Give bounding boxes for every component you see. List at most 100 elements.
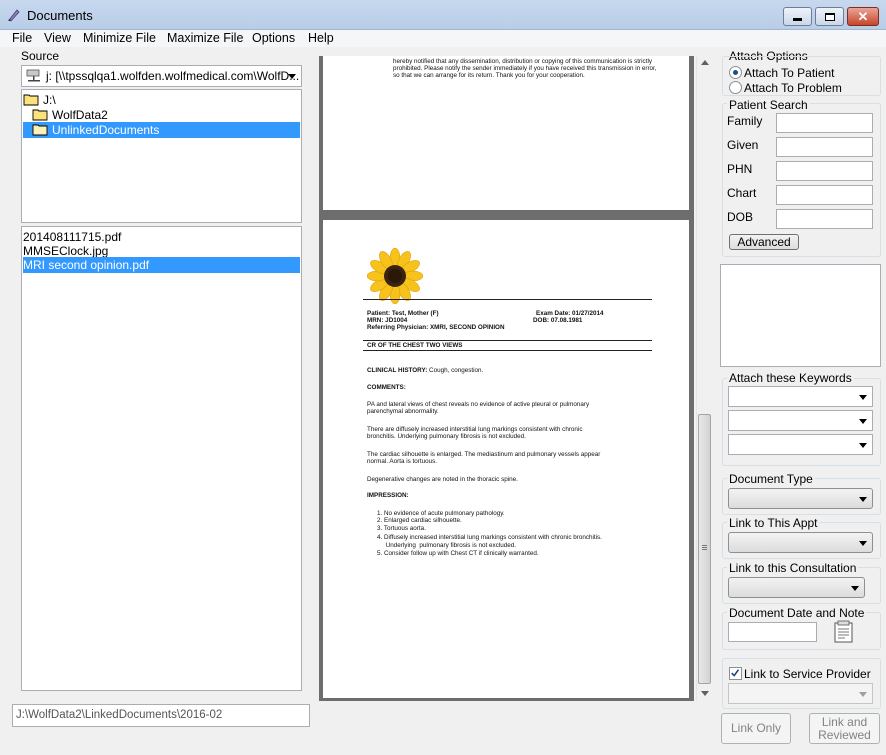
patient-results-box[interactable] — [720, 264, 881, 367]
note-icon[interactable] — [832, 620, 856, 644]
document-page-2: Patient: Test, Mother (F) Exam Date: 01/… — [323, 220, 689, 698]
service-provider-select[interactable] — [728, 683, 873, 704]
chevron-down-icon — [851, 586, 859, 591]
family-field[interactable] — [776, 113, 873, 133]
comments-label: COMMENTS: — [367, 384, 406, 391]
link-only-button[interactable]: Link Only — [721, 713, 791, 744]
report-text: Degenerative changes are noted in the th… — [367, 476, 518, 483]
scroll-down-icon[interactable] — [701, 691, 709, 696]
service-provider-checkbox[interactable] — [729, 667, 742, 680]
chevron-down-icon — [859, 692, 867, 697]
attach-to-patient-radio[interactable] — [729, 66, 742, 79]
source-label: Source — [21, 49, 60, 63]
tree-item-label: J:\ — [43, 93, 56, 107]
link-and-label: Link and — [821, 715, 868, 729]
link-and-reviewed-button[interactable]: Link and Reviewed — [809, 713, 880, 744]
family-label: Family — [727, 114, 763, 128]
keywords-label: Attach these Keywords — [727, 371, 854, 385]
advanced-button[interactable]: Advanced — [729, 234, 799, 250]
app-icon — [8, 9, 20, 22]
service-provider-label[interactable]: Link to Service Provider — [744, 667, 871, 681]
link-appt-select[interactable] — [728, 532, 873, 553]
drive-select[interactable]: j: [\\tpssqlqa1.wolfden.wolfmedical.com\… — [21, 65, 302, 87]
window-title: Documents — [27, 8, 93, 23]
menu-file[interactable]: File — [12, 31, 32, 45]
checkmark-icon — [731, 669, 740, 677]
patient-search-label: Patient Search — [727, 98, 810, 112]
path-field[interactable]: J:\WolfData2\LinkedDocuments\2016-02 — [12, 704, 310, 727]
dob-field[interactable] — [776, 209, 873, 229]
phn-label: PHN — [727, 162, 753, 176]
folder-tree: J:\ WolfData2 UnlinkedDocuments — [21, 89, 302, 223]
menu-maximize-file[interactable]: Maximize File — [167, 31, 243, 45]
menu-options[interactable]: Options — [252, 31, 295, 45]
chevron-down-icon — [859, 541, 867, 546]
document-page-1: hereby notified that any dissemination, … — [323, 56, 689, 210]
clinical-history: CLINICAL HISTORY: Cough, congestion. — [367, 367, 484, 374]
attach-to-problem-label[interactable]: Attach To Problem — [744, 81, 842, 95]
given-label: Given — [727, 138, 759, 152]
impression-item: 4. Diffusely increased interstitial lung… — [377, 534, 602, 541]
given-field[interactable] — [776, 137, 873, 157]
chevron-down-icon — [859, 443, 867, 448]
attach-to-patient-label[interactable]: Attach To Patient — [744, 66, 835, 80]
tree-item-label: UnlinkedDocuments — [52, 123, 160, 137]
viewer-scrollbar[interactable] — [696, 56, 712, 701]
keyword-select-2[interactable] — [728, 410, 873, 431]
menu-help[interactable]: Help — [308, 31, 334, 45]
disclaimer-line: so that we can arrange for its return. T… — [393, 72, 585, 79]
date-note-label: Document Date and Note — [727, 606, 867, 620]
tree-item-root[interactable]: J:\ — [23, 92, 300, 108]
menu-bar: File View Minimize File Maximize File Op… — [0, 30, 886, 47]
menu-minimize-file[interactable]: Minimize File — [83, 31, 156, 45]
link-consultation-select[interactable] — [728, 577, 865, 598]
report-text: bronchitis. Underlying pulmonary fibrosi… — [367, 433, 526, 440]
keyword-select-1[interactable] — [728, 386, 873, 407]
impression-item: Underlying pulmonary fibrosis is not exc… — [377, 542, 516, 549]
folder-icon — [23, 94, 39, 106]
tree-item-unlinkeddocuments[interactable]: UnlinkedDocuments — [23, 122, 300, 138]
title-bar: Documents ✕ — [0, 0, 886, 30]
scroll-up-icon[interactable] — [701, 60, 709, 65]
referring-physician: Referring Physician: XMRI, SECOND OPINIO… — [367, 324, 505, 331]
phn-field[interactable] — [776, 161, 873, 181]
document-type-label: Document Type — [727, 472, 815, 486]
chart-label: Chart — [727, 186, 757, 200]
tree-item-label: WolfData2 — [52, 108, 108, 122]
exam-title: CR OF THE CHEST TWO VIEWS — [367, 342, 463, 349]
chevron-down-icon — [859, 497, 867, 502]
restore-icon — [824, 12, 835, 21]
attach-to-problem-radio[interactable] — [729, 81, 742, 94]
report-text: parenchymal abnormality. — [367, 408, 439, 415]
menu-view[interactable]: View — [44, 31, 71, 45]
keyword-select-3[interactable] — [728, 434, 873, 455]
path-value: J:\WolfData2\LinkedDocuments\2016-02 — [16, 709, 223, 721]
chevron-down-icon — [288, 74, 296, 79]
chevron-down-icon — [859, 395, 867, 400]
folder-open-icon — [32, 124, 48, 136]
reviewed-label: Reviewed — [818, 728, 871, 742]
drive-path: j: [\\tpssqlqa1.wolfden.wolfmedical.com\… — [46, 69, 300, 83]
impression-item: 2. Enlarged cardiac silhouette. — [377, 517, 462, 524]
tree-item-wolfdata2[interactable]: WolfData2 — [32, 107, 300, 123]
link-appt-label: Link to This Appt — [727, 516, 820, 530]
close-button[interactable]: ✕ — [847, 7, 879, 26]
dob-label: DOB — [727, 210, 754, 224]
network-drive-icon — [26, 69, 40, 82]
chart-field[interactable] — [776, 185, 873, 205]
report-text: normal. Aorta is tortuous. — [367, 458, 437, 465]
minimize-button[interactable] — [783, 7, 812, 26]
file-list: 201408111715.pdf MMSEClock.jpg MRI secon… — [21, 226, 302, 691]
maximize-button[interactable] — [815, 7, 844, 26]
close-icon: ✕ — [857, 9, 869, 24]
list-item[interactable]: MRI second opinion.pdf — [23, 257, 300, 273]
impression-item: 5. Consider follow up with Chest CT if c… — [377, 550, 539, 557]
scroll-thumb[interactable] — [698, 414, 711, 684]
chevron-down-icon — [859, 419, 867, 424]
dob: DOB: 07.08.1981 — [533, 317, 583, 324]
document-type-select[interactable] — [728, 488, 873, 509]
folder-icon — [32, 109, 48, 121]
link-consultation-label: Link to this Consultation — [727, 561, 859, 575]
document-viewer[interactable]: hereby notified that any dissemination, … — [319, 56, 694, 701]
document-date-field[interactable] — [728, 622, 817, 642]
